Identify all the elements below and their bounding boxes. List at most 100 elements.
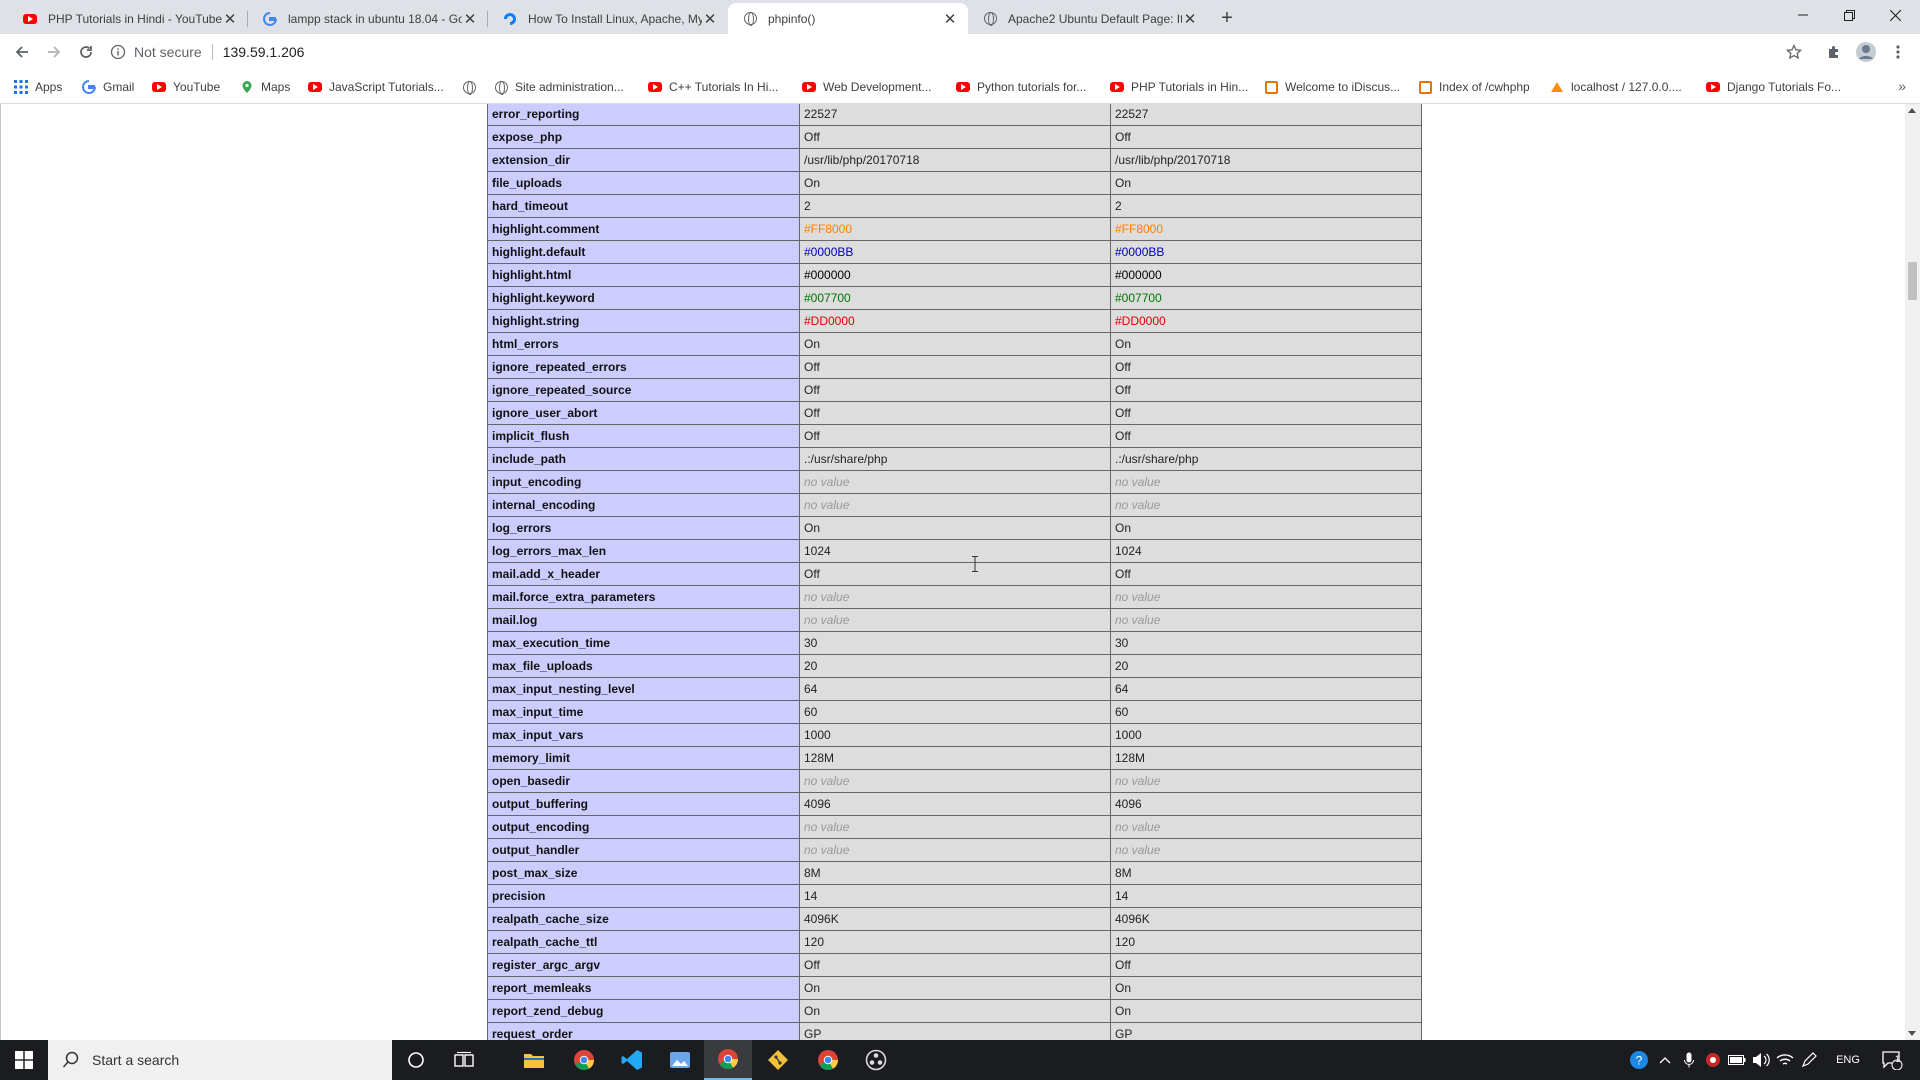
language-indicator[interactable]: ENG [1828,1040,1868,1080]
youtube-icon [308,80,322,94]
scroll-down-arrow-icon[interactable] [1908,1031,1916,1036]
value-text: On [1115,981,1132,995]
extensions-puzzle-icon[interactable] [1820,38,1848,66]
bookmark-cpp-tutorials[interactable]: C++ Tutorials In Hi... [648,78,778,96]
bookmark-index-cwhphp[interactable]: Index of /cwhphp [1418,78,1530,96]
git-icon[interactable] [754,1040,802,1080]
avatar[interactable] [1852,38,1880,66]
minimize-button[interactable] [1780,0,1826,30]
tab-lampp-stack[interactable]: lampp stack in ubuntu 18.04 - Go ✕ [248,3,488,34]
tab-php-tutorials[interactable]: PHP Tutorials in Hindi - YouTube ✕ [8,3,248,34]
new-tab-button[interactable]: + [1214,5,1240,31]
close-icon[interactable]: ✕ [462,11,478,28]
obs-icon[interactable] [852,1040,900,1080]
scroll-up-arrow-icon[interactable] [1908,108,1916,113]
value-text: 14 [1115,889,1129,903]
directive-name: highlight.default [487,240,800,264]
bookmark-apps[interactable]: Apps [14,78,62,96]
scrollbar-thumb[interactable] [1908,262,1917,300]
bookmark-youtube[interactable]: YouTube [152,78,220,96]
chrome-active-icon[interactable] [704,1040,752,1080]
bookmark-django-tutorials[interactable]: Django Tutorials Fo... [1706,78,1841,96]
local-value: 120 [799,930,1111,954]
cortana-icon[interactable] [392,1040,440,1080]
bookmark-javascript-tutorials[interactable]: JavaScript Tutorials... [308,78,444,96]
forward-button[interactable] [40,38,68,66]
wifi-icon[interactable] [1774,1040,1796,1080]
close-window-button[interactable] [1872,0,1918,30]
table-row: implicit_flush Off Off [487,424,1422,448]
local-value: #FF8000 [799,217,1111,241]
master-value: Off [1110,355,1422,379]
restore-button[interactable] [1826,0,1872,30]
table-row: realpath_cache_size 4096K 4096K [487,907,1422,931]
close-icon[interactable]: ✕ [222,11,238,28]
volume-icon[interactable] [1750,1040,1772,1080]
pen-icon[interactable] [1798,1040,1820,1080]
local-value: 128M [799,746,1111,770]
bookmark-label: C++ Tutorials In Hi... [669,80,779,94]
value-text: Off [1115,958,1131,972]
bookmark-label: Maps [261,80,291,94]
bookmark-label: JavaScript Tutorials... [329,80,444,94]
bookmark-maps[interactable]: Maps [240,78,290,96]
box-icon [1418,80,1432,94]
reload-button[interactable] [72,38,100,66]
bookmark-php-tutorials[interactable]: PHP Tutorials in Hin... [1110,78,1248,96]
directive-name: max_input_nesting_level [487,677,800,701]
menu-kebab-icon[interactable] [1884,38,1912,66]
tab-apache2-default[interactable]: Apache2 Ubuntu Default Page: It ✕ [968,3,1208,34]
bookmark-python-tutorials[interactable]: Python tutorials for... [956,78,1086,96]
bookmark-localhost[interactable]: localhost / 127.0.0.... [1550,78,1682,96]
master-value: 30 [1110,631,1422,655]
tab-phpinfo[interactable]: phpinfo() ✕ [728,3,968,34]
local-value: On [799,976,1111,1000]
tab-strip: PHP Tutorials in Hindi - YouTube ✕ lampp… [0,0,1920,34]
antivirus-icon[interactable] [1702,1040,1724,1080]
table-row: precision 14 14 [487,884,1422,908]
bookmark-label: Web Development... [823,80,932,94]
address-bar[interactable]: Not secure 139.59.1.206 [110,37,1810,67]
bookmark-idiscuss[interactable]: Welcome to iDiscus... [1264,78,1400,96]
back-button[interactable] [8,38,36,66]
local-value: #0000BB [799,240,1111,264]
notification-center-icon[interactable]: 1 [1872,1040,1912,1080]
bookmark-web-development[interactable]: Web Development... [802,78,932,96]
close-icon[interactable]: ✕ [942,11,958,28]
chevron-up-icon[interactable] [1654,1040,1676,1080]
master-value: Off [1110,125,1422,149]
taskbar-search-input[interactable]: Start a search [48,1040,392,1080]
table-row: extension_dir/usr/lib/php/20170718/usr/l… [487,148,1422,172]
bookmark-site-administration[interactable]: Site administration... [494,78,624,96]
help-icon[interactable]: ? [1626,1040,1652,1080]
master-value: 22527 [1110,104,1422,126]
close-icon[interactable]: ✕ [1182,11,1198,28]
bookmark-globe[interactable] [462,78,483,96]
page-scrollbar[interactable] [1905,104,1920,1040]
local-value: #000000 [799,263,1111,287]
url-text[interactable]: 139.59.1.206 [223,44,305,60]
more-bookmarks-chevron-icon[interactable]: » [1898,78,1906,94]
start-button[interactable] [0,1040,48,1080]
info-icon[interactable] [110,44,126,60]
table-row: max_execution_time 30 30 [487,631,1422,655]
bookmark-star-icon[interactable] [1780,38,1808,66]
photos-icon[interactable] [656,1040,704,1080]
table-row: register_argc_argv Off Off [487,953,1422,977]
vscode-icon[interactable] [608,1040,656,1080]
value-text: Off [804,360,820,374]
close-icon[interactable]: ✕ [702,11,718,28]
local-value: 22527 [799,104,1111,126]
chrome-icon[interactable] [804,1040,852,1080]
tab-install-linux[interactable]: How To Install Linux, Apache, My ✕ [488,3,728,34]
directive-name: open_basedir [487,769,800,793]
task-view-icon[interactable] [440,1040,488,1080]
microphone-icon[interactable] [1678,1040,1700,1080]
no-value-text: no value [1115,475,1161,489]
chrome-icon[interactable] [560,1040,608,1080]
file-explorer-icon[interactable] [510,1040,558,1080]
battery-icon[interactable] [1726,1040,1748,1080]
local-value: .:/usr/share/php [799,447,1111,471]
directive-name: realpath_cache_ttl [487,930,800,954]
bookmark-gmail[interactable]: Gmail [82,78,134,96]
